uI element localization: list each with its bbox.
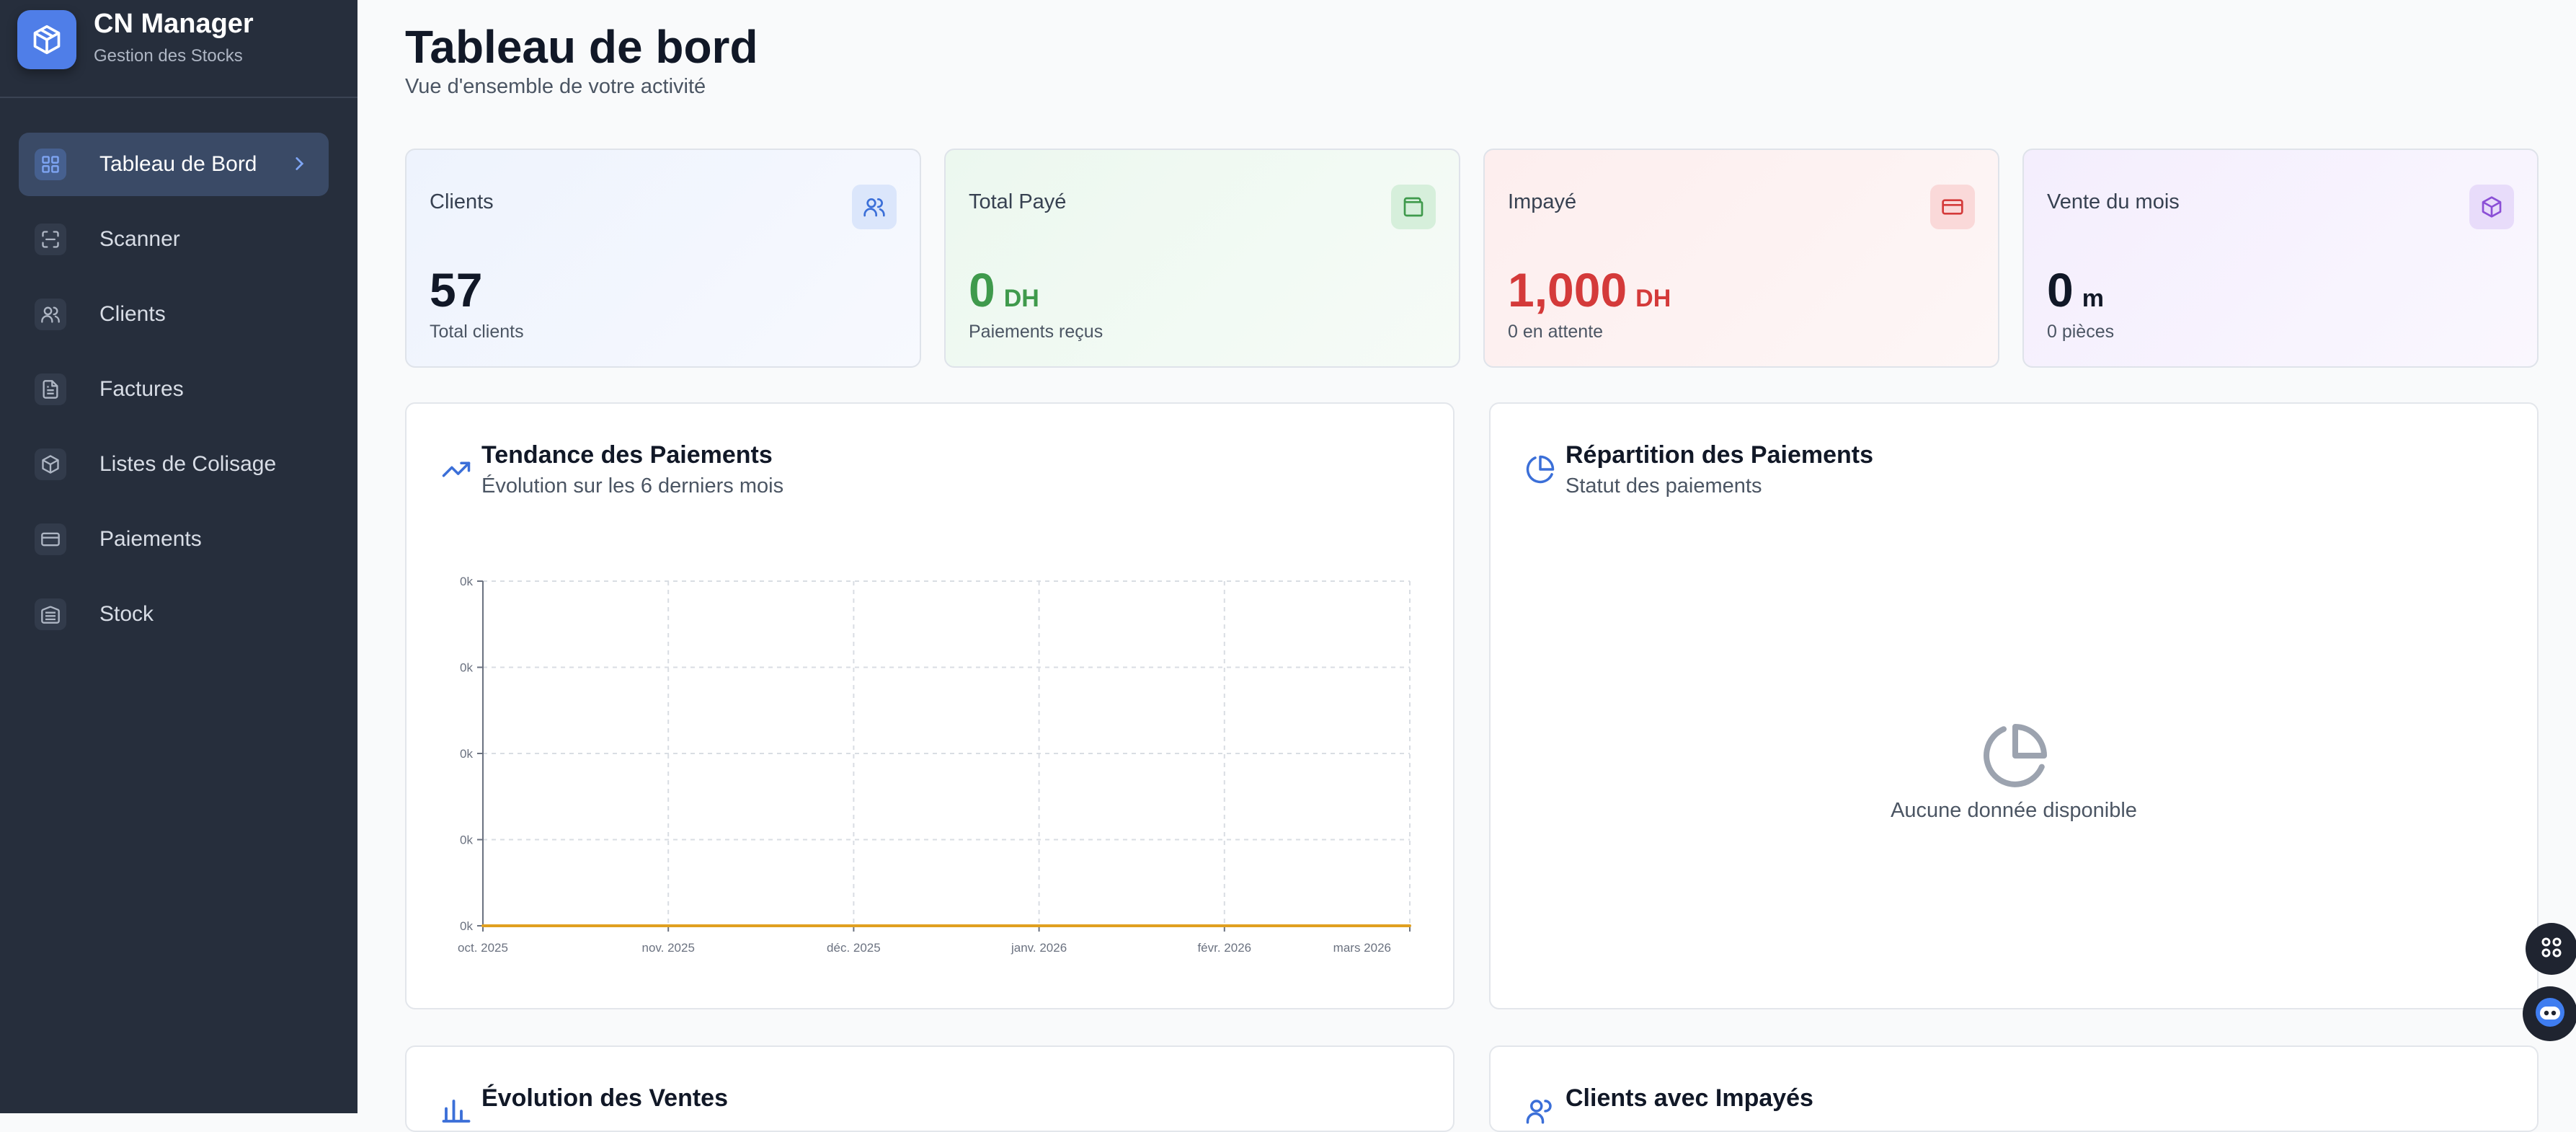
package-icon	[17, 10, 76, 69]
dashboard-icon	[35, 149, 66, 180]
y-tick-label: 0k	[460, 661, 473, 675]
file-text-icon	[35, 373, 66, 405]
main-content: Tableau de bord Vue d'ensemble de votre …	[357, 0, 2576, 1132]
stat-card-total-paye: Total Payé 0 DH Paiements reçus	[944, 149, 1460, 368]
users-icon	[852, 185, 897, 229]
sidebar-item-label: Listes de Colisage	[99, 452, 277, 476]
data-point	[1408, 924, 1411, 927]
y-tick-label: 0k	[460, 575, 473, 588]
repartition-card: Répartition des Paiements Statut des pai…	[1489, 402, 2539, 1009]
unpaid-clients-card: Clients avec Impayés	[1489, 1045, 2539, 1132]
data-point	[667, 924, 670, 927]
stat-sub: Paiements reçus	[969, 322, 1103, 342]
app-subtitle: Gestion des Stocks	[94, 46, 243, 66]
sidebar-item-label: Clients	[99, 302, 166, 326]
wallet-icon	[1391, 185, 1436, 229]
warehouse-icon	[35, 598, 66, 630]
stat-card-impaye: Impayé 1,000 DH 0 en attente	[1483, 149, 1999, 368]
page-title: Tableau de bord	[405, 21, 758, 73]
sidebar-nav: Tableau de Bord Scanner Clients Factures	[19, 133, 329, 658]
stat-card-vente-du-mois: Vente du mois 0m 0 pièces	[2022, 149, 2539, 368]
chevron-right-icon	[290, 154, 308, 177]
pie-chart-icon	[1981, 721, 2050, 794]
stat-unit: m	[2082, 285, 2104, 312]
x-tick-label: janv. 2026	[1011, 941, 1067, 955]
users-icon	[35, 299, 66, 330]
credit-card-icon	[35, 523, 66, 555]
scan-icon	[35, 224, 66, 255]
stat-card-clients: Clients 57 Total clients	[405, 149, 921, 368]
sidebar-item-stock[interactable]: Stock	[19, 583, 329, 646]
sidebar-item-scanner[interactable]: Scanner	[19, 208, 329, 271]
repartition-title: Répartition des Paiements	[1565, 441, 1874, 469]
y-tick-label: 0k	[460, 919, 473, 933]
sidebar-item-tableau-de-bord[interactable]: Tableau de Bord	[19, 133, 329, 196]
sidebar-item-clients[interactable]: Clients	[19, 283, 329, 346]
grid-icon	[2539, 934, 2564, 964]
x-tick-label: oct. 2025	[458, 941, 508, 955]
stat-unit: DH	[1003, 285, 1039, 312]
repartition-subtitle: Statut des paiements	[1565, 474, 1762, 498]
stat-label: Clients	[430, 190, 494, 213]
sidebar-item-listes-de-colisage[interactable]: Listes de Colisage	[19, 433, 329, 496]
stat-unit: DH	[1635, 285, 1671, 312]
sidebar-item-label: Tableau de Bord	[99, 152, 257, 176]
brand: CN Manager Gestion des Stocks	[17, 4, 342, 97]
data-point	[481, 924, 484, 927]
package-icon	[35, 448, 66, 480]
sidebar: CN Manager Gestion des Stocks Tableau de…	[0, 0, 357, 1113]
y-tick-label: 0k	[460, 747, 473, 761]
pie-chart-icon	[1525, 454, 1555, 488]
sidebar-item-label: Factures	[99, 377, 184, 401]
bot-icon	[2533, 995, 2567, 1033]
data-point	[1037, 924, 1041, 927]
y-tick-label: 0k	[460, 833, 473, 847]
stat-label: Impayé	[1508, 190, 1577, 213]
stat-sub: Total clients	[430, 322, 524, 342]
stat-label: Vente du mois	[2047, 190, 2180, 213]
stat-sub: 0 en attente	[1508, 322, 1604, 342]
sidebar-item-paiements[interactable]: Paiements	[19, 508, 329, 571]
x-tick-label: févr. 2026	[1197, 941, 1251, 955]
stat-label: Total Payé	[969, 190, 1067, 213]
app-title: CN Manager	[94, 9, 254, 39]
stat-value: 57	[430, 263, 483, 317]
sidebar-divider	[0, 97, 357, 98]
stat-value: 1,000 DH	[1508, 263, 1671, 317]
data-point	[1222, 924, 1226, 927]
stat-sub: 0 pièces	[2047, 322, 2115, 342]
page-subtitle: Vue d'ensemble de votre activité	[405, 75, 706, 98]
trend-chart: 0k 0k 0k 0k 0k oct. 2025 nov. 2025 déc. 2025 jan…	[458, 575, 1411, 955]
sidebar-item-label: Paiements	[99, 527, 202, 551]
x-tick-label: mars 2026	[1333, 941, 1391, 955]
empty-state-text: Aucune donnée disponible	[1891, 799, 2137, 822]
sidebar-item-factures[interactable]: Factures	[19, 358, 329, 421]
assistant-button[interactable]	[2523, 986, 2576, 1041]
x-tick-label: déc. 2025	[827, 941, 881, 955]
trend-card: Tendance des Paiements Évolution sur les…	[405, 402, 1454, 1009]
unpaid-clients-title: Clients avec Impayés	[1565, 1084, 1813, 1112]
x-tick-label: nov. 2025	[641, 941, 694, 955]
sales-card: Évolution des Ventes	[405, 1045, 1454, 1132]
credit-card-icon	[1930, 185, 1975, 229]
stat-value: 0m	[2047, 263, 2104, 317]
data-point	[852, 924, 856, 927]
sidebar-item-label: Scanner	[99, 227, 180, 251]
sidebar-item-label: Stock	[99, 602, 154, 626]
stat-value: 0 DH	[969, 263, 1039, 317]
sales-title: Évolution des Ventes	[481, 1084, 728, 1112]
package-icon	[2469, 185, 2514, 229]
apps-button[interactable]	[2526, 923, 2576, 975]
